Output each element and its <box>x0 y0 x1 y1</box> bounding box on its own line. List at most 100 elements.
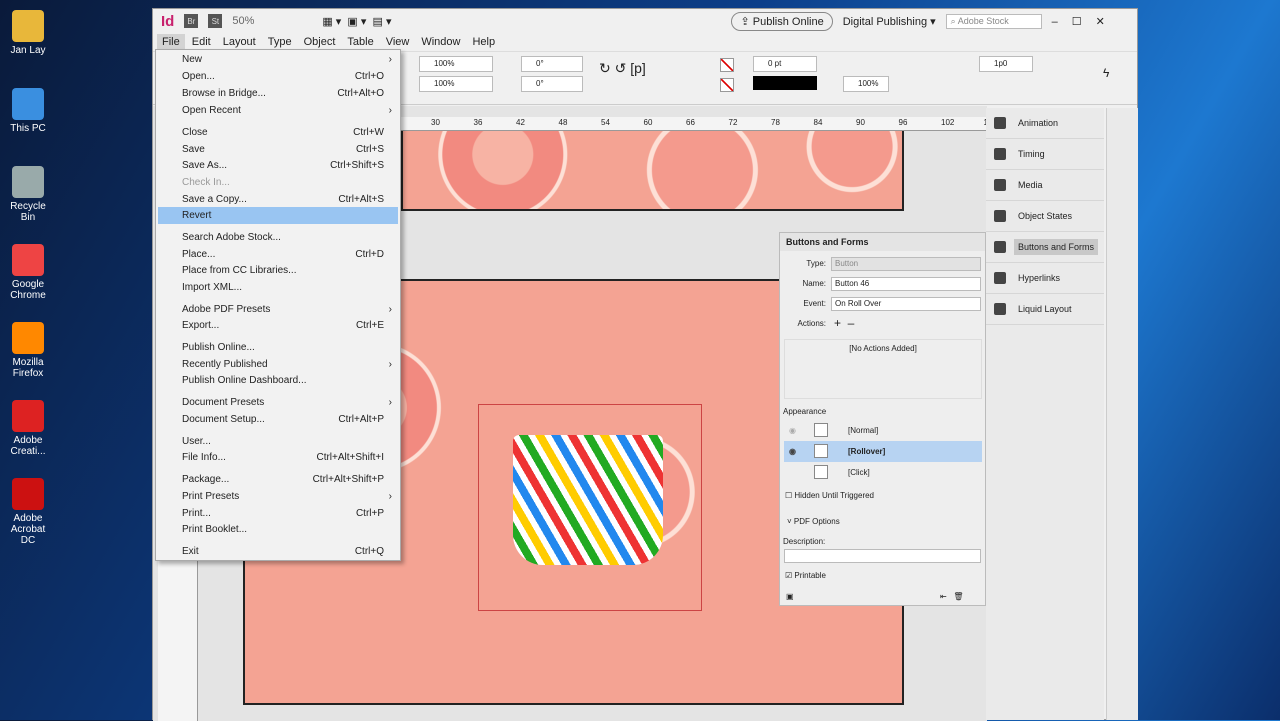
rotate-icons[interactable]: ↻ ↺ [p] <box>599 60 646 77</box>
publish-online-button[interactable]: ⇪ Publish Online <box>731 11 833 31</box>
file-menu-item[interactable]: Import XML... <box>158 279 398 296</box>
appearance-state[interactable]: ◉ [Rollover] <box>784 441 982 462</box>
desktop-icon[interactable]: Recycle Bin <box>4 166 52 223</box>
appearance-state[interactable]: ◉ [Normal] <box>784 420 982 441</box>
file-menu-item[interactable]: Recently Published › <box>158 356 398 373</box>
side-panel-buttons-and-forms[interactable]: Buttons and Forms <box>986 232 1104 263</box>
side-panel-label: Object States <box>1018 211 1073 221</box>
file-menu-item[interactable]: Check In... <box>158 174 398 191</box>
menu-item-label: Document Presets <box>182 397 265 408</box>
side-panel-timing[interactable]: Timing <box>986 139 1104 170</box>
menu-window[interactable]: Window <box>416 34 465 50</box>
side-panel-liquid-layout[interactable]: Liquid Layout <box>986 294 1104 325</box>
horizontal-ruler: 303642485460667278849096102108114 <box>401 117 1039 131</box>
menu-item-label: Recently Published <box>182 359 268 370</box>
menu-file[interactable]: File <box>157 34 185 50</box>
event-select[interactable]: On Roll Over <box>831 297 981 311</box>
stroke-weight-field[interactable]: 0 pt <box>753 56 817 72</box>
workspace-select[interactable]: Digital Publishing ▾ <box>843 15 936 28</box>
file-menu-item[interactable]: Export... Ctrl+E <box>158 317 398 334</box>
side-panel-object-states[interactable]: Object States <box>986 201 1104 232</box>
preview-icon[interactable]: ▣ <box>786 592 794 601</box>
menu-view[interactable]: View <box>381 34 415 50</box>
desktop-icon[interactable]: Mozilla Firefox <box>4 322 52 379</box>
appearance-state[interactable]: [Click] <box>784 462 982 483</box>
stroke-swatch[interactable] <box>720 78 734 92</box>
ruler-tick: 96 <box>898 118 908 127</box>
file-menu-item[interactable]: Exit Ctrl+Q <box>158 543 398 560</box>
ruler-tick: 78 <box>771 118 780 127</box>
submenu-arrow-icon: › <box>388 397 392 408</box>
gap-field[interactable]: 1p0 <box>979 56 1033 72</box>
menu-item-label: Save <box>182 144 205 155</box>
pdf-options-toggle[interactable]: ˅ PDF Options <box>787 517 840 526</box>
file-menu-item[interactable]: Print Booklet... <box>158 521 398 538</box>
file-menu-item[interactable]: Document Setup... Ctrl+Alt+P <box>158 411 398 428</box>
desktop-icon[interactable]: Adobe Acrobat DC <box>4 478 52 546</box>
file-menu-item[interactable]: File Info... Ctrl+Alt+Shift+I <box>158 449 398 466</box>
file-menu-item[interactable]: Open... Ctrl+O <box>158 68 398 85</box>
menu-item-label: User... <box>182 436 211 447</box>
file-menu-item[interactable]: New › <box>158 51 398 68</box>
name-input[interactable]: Button 46 <box>831 277 981 291</box>
file-menu-item[interactable]: Adobe PDF Presets › <box>158 301 398 318</box>
eye-icon[interactable]: ◉ <box>789 441 796 462</box>
add-action-icon[interactable]: + – <box>834 316 854 330</box>
menu-object[interactable]: Object <box>299 34 341 50</box>
window-controls[interactable]: –☐✕ <box>1052 15 1119 28</box>
file-menu-item[interactable]: Close Ctrl+W <box>158 124 398 141</box>
side-panel-media[interactable]: Media <box>986 170 1104 201</box>
side-panel-animation[interactable]: Animation <box>986 108 1104 139</box>
menu-item-label: Save As... <box>182 160 228 171</box>
file-menu-item[interactable]: Document Presets › <box>158 394 398 411</box>
hidden-until-triggered-checkbox[interactable]: ☐ Hidden Until Triggered <box>785 491 874 500</box>
description-input[interactable] <box>784 549 981 563</box>
scale-y-field[interactable]: 100% <box>419 76 493 92</box>
desktop-icon[interactable]: This PC <box>4 88 52 134</box>
file-menu-item[interactable]: Print... Ctrl+P <box>158 505 398 522</box>
view-options-icon[interactable]: ▦ ▾ ▣ ▾ ▤ ▾ <box>322 15 391 28</box>
side-panel-hyperlinks[interactable]: Hyperlinks <box>986 263 1104 294</box>
opacity-field[interactable]: 100% <box>843 76 889 92</box>
file-menu-item[interactable]: Place from CC Libraries... <box>158 262 398 279</box>
file-menu-item[interactable]: Browse in Bridge... Ctrl+Alt+O <box>158 85 398 102</box>
file-menu-item[interactable]: Revert <box>158 207 398 224</box>
menu-help[interactable]: Help <box>467 34 500 50</box>
menu-type[interactable]: Type <box>263 34 297 50</box>
selected-button-frame[interactable] <box>478 404 702 611</box>
desktop-icon[interactable]: Jan Lay <box>4 10 52 56</box>
scale-x-field[interactable]: 100% <box>419 56 493 72</box>
file-menu-item[interactable]: Save As... Ctrl+Shift+S <box>158 157 398 174</box>
file-menu-item[interactable]: Publish Online Dashboard... <box>158 372 398 389</box>
lightning-icon[interactable]: ϟ <box>1103 66 1109 80</box>
file-menu-item[interactable]: Search Adobe Stock... <box>158 229 398 246</box>
file-menu-item[interactable]: User... <box>158 433 398 450</box>
eye-icon[interactable]: ◉ <box>789 420 796 441</box>
file-menu-item[interactable]: Save Ctrl+S <box>158 141 398 158</box>
zoom-select[interactable]: 50% <box>232 15 282 27</box>
convert-icon[interactable]: ⇤ 🗑 <box>940 592 964 601</box>
file-menu-item[interactable]: Open Recent › <box>158 102 398 119</box>
type-select[interactable]: Button <box>831 257 981 271</box>
file-menu-item[interactable]: Place... Ctrl+D <box>158 246 398 263</box>
stroke-type-swatch[interactable] <box>753 76 817 90</box>
file-menu-item[interactable]: Save a Copy... Ctrl+Alt+S <box>158 191 398 208</box>
file-menu-item[interactable]: Print Presets › <box>158 488 398 505</box>
rotate-field[interactable]: 0° <box>521 56 583 72</box>
bridge-button[interactable]: Br <box>184 14 199 28</box>
menu-table[interactable]: Table <box>342 34 378 50</box>
desktop-app-icon <box>12 88 44 120</box>
stock-button[interactable]: St <box>208 14 223 28</box>
menu-layout[interactable]: Layout <box>218 34 261 50</box>
menu-edit[interactable]: Edit <box>187 34 216 50</box>
desktop-icon[interactable]: Google Chrome <box>4 244 52 301</box>
file-menu-item[interactable]: Package... Ctrl+Alt+Shift+P <box>158 471 398 488</box>
desktop-icon-label: Google Chrome <box>10 279 46 301</box>
stock-search[interactable]: ⌕ Adobe Stock <box>945 13 1042 29</box>
state-thumbnail <box>814 444 828 458</box>
printable-checkbox[interactable]: ☑ Printable <box>785 571 826 580</box>
fill-swatch[interactable] <box>720 58 734 72</box>
file-menu-item[interactable]: Publish Online... <box>158 339 398 356</box>
desktop-icon[interactable]: Adobe Creati... <box>4 400 52 457</box>
shear-field[interactable]: 0° <box>521 76 583 92</box>
